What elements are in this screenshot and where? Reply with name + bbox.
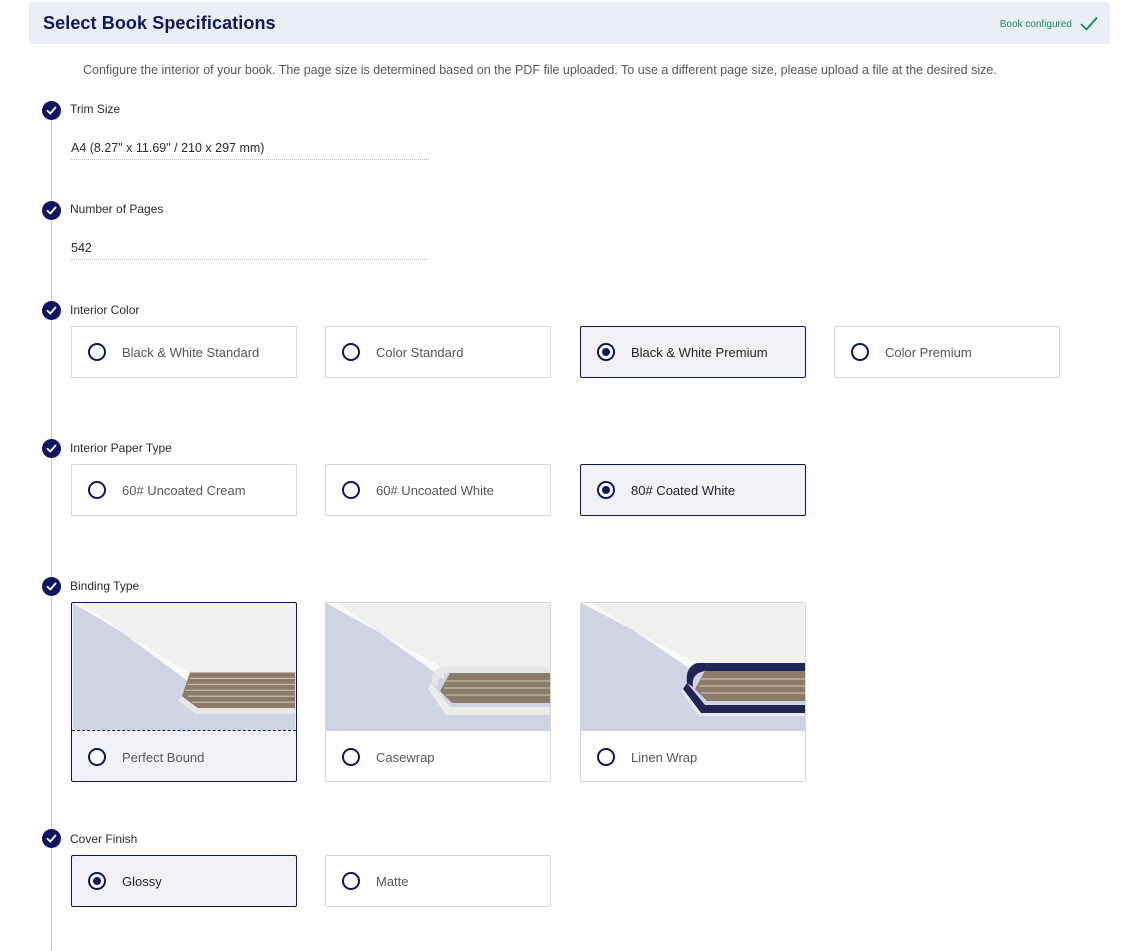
binding-option-footer: Casewrap (326, 732, 550, 781)
paper-option-coated-white[interactable]: 80# Coated White (580, 464, 806, 516)
section-header: Select Book Specifications Book configur… (29, 2, 1110, 44)
interior-color-option-bw-standard[interactable]: Black & White Standard (71, 326, 297, 378)
page-count-value: 542 (71, 241, 429, 260)
radio-button[interactable] (88, 343, 106, 361)
cover-finish-option-matte[interactable]: Matte (325, 855, 551, 907)
step-label-binding-type: Binding Type (70, 579, 140, 593)
step-complete-check-icon (42, 101, 61, 120)
step-complete-check-icon (42, 201, 61, 220)
option-label: Matte (376, 873, 409, 889)
cover-finish-option-glossy[interactable]: Glossy (71, 855, 297, 907)
step-label-paper-type: Interior Paper Type (70, 441, 172, 455)
option-label: Glossy (122, 873, 162, 889)
radio-button[interactable] (88, 872, 106, 890)
radio-button[interactable] (342, 872, 360, 890)
radio-button[interactable] (851, 343, 869, 361)
step-complete-check-icon (42, 829, 61, 848)
checkmark-icon (1080, 17, 1098, 31)
linen-wrap-book-image (581, 603, 805, 731)
option-label: 80# Coated White (631, 482, 736, 498)
binding-option-footer: Perfect Bound (72, 732, 296, 781)
step-label-cover-finish: Cover Finish (70, 832, 138, 846)
option-label: Black & White Standard (122, 344, 260, 360)
option-label: Casewrap (376, 749, 435, 765)
status-indicator: Book configured (1000, 16, 1098, 32)
step-complete-check-icon (42, 577, 61, 596)
trim-size-value: A4 (8.27" x 11.69" / 210 x 297 mm) (71, 141, 429, 160)
radio-button[interactable] (88, 748, 106, 766)
radio-button[interactable] (342, 343, 360, 361)
option-label: 60# Uncoated White (376, 482, 494, 498)
step-label-pages: Number of Pages (70, 202, 164, 216)
step-label-interior-color: Interior Color (70, 303, 140, 317)
option-label: Black & White Premium (631, 344, 768, 360)
paper-option-uncoated-cream[interactable]: 60# Uncoated Cream (71, 464, 297, 516)
binding-option-casewrap[interactable]: Casewrap (325, 602, 551, 782)
step-complete-check-icon (42, 439, 61, 458)
perfect-bound-book-image (72, 603, 296, 731)
binding-option-footer: Linen Wrap (581, 732, 805, 781)
binding-option-linen-wrap[interactable]: Linen Wrap (580, 602, 806, 782)
radio-button[interactable] (597, 481, 615, 499)
interior-color-option-color-standard[interactable]: Color Standard (325, 326, 551, 378)
casewrap-book-image (326, 603, 550, 731)
option-label: Color Standard (376, 344, 464, 360)
interior-color-option-color-premium[interactable]: Color Premium (834, 326, 1060, 378)
option-label: Perfect Bound (122, 749, 205, 765)
status-text: Book configured (999, 18, 1072, 30)
description-text: Configure the interior of your book. The… (83, 63, 997, 77)
binding-option-perfect-bound[interactable]: Perfect Bound (71, 602, 297, 782)
step-complete-check-icon (42, 301, 61, 320)
radio-button[interactable] (342, 748, 360, 766)
steps-rail (51, 108, 52, 951)
radio-button[interactable] (88, 481, 106, 499)
radio-button[interactable] (597, 343, 615, 361)
option-label: Linen Wrap (631, 749, 698, 765)
option-label: 60# Uncoated Cream (122, 482, 246, 498)
paper-option-uncoated-white[interactable]: 60# Uncoated White (325, 464, 551, 516)
radio-button[interactable] (342, 481, 360, 499)
interior-color-option-bw-premium[interactable]: Black & White Premium (580, 326, 806, 378)
radio-button[interactable] (597, 748, 615, 766)
page-title: Select Book Specifications (43, 13, 276, 33)
option-label: Color Premium (885, 344, 972, 360)
step-label-trim-size: Trim Size (70, 102, 121, 116)
